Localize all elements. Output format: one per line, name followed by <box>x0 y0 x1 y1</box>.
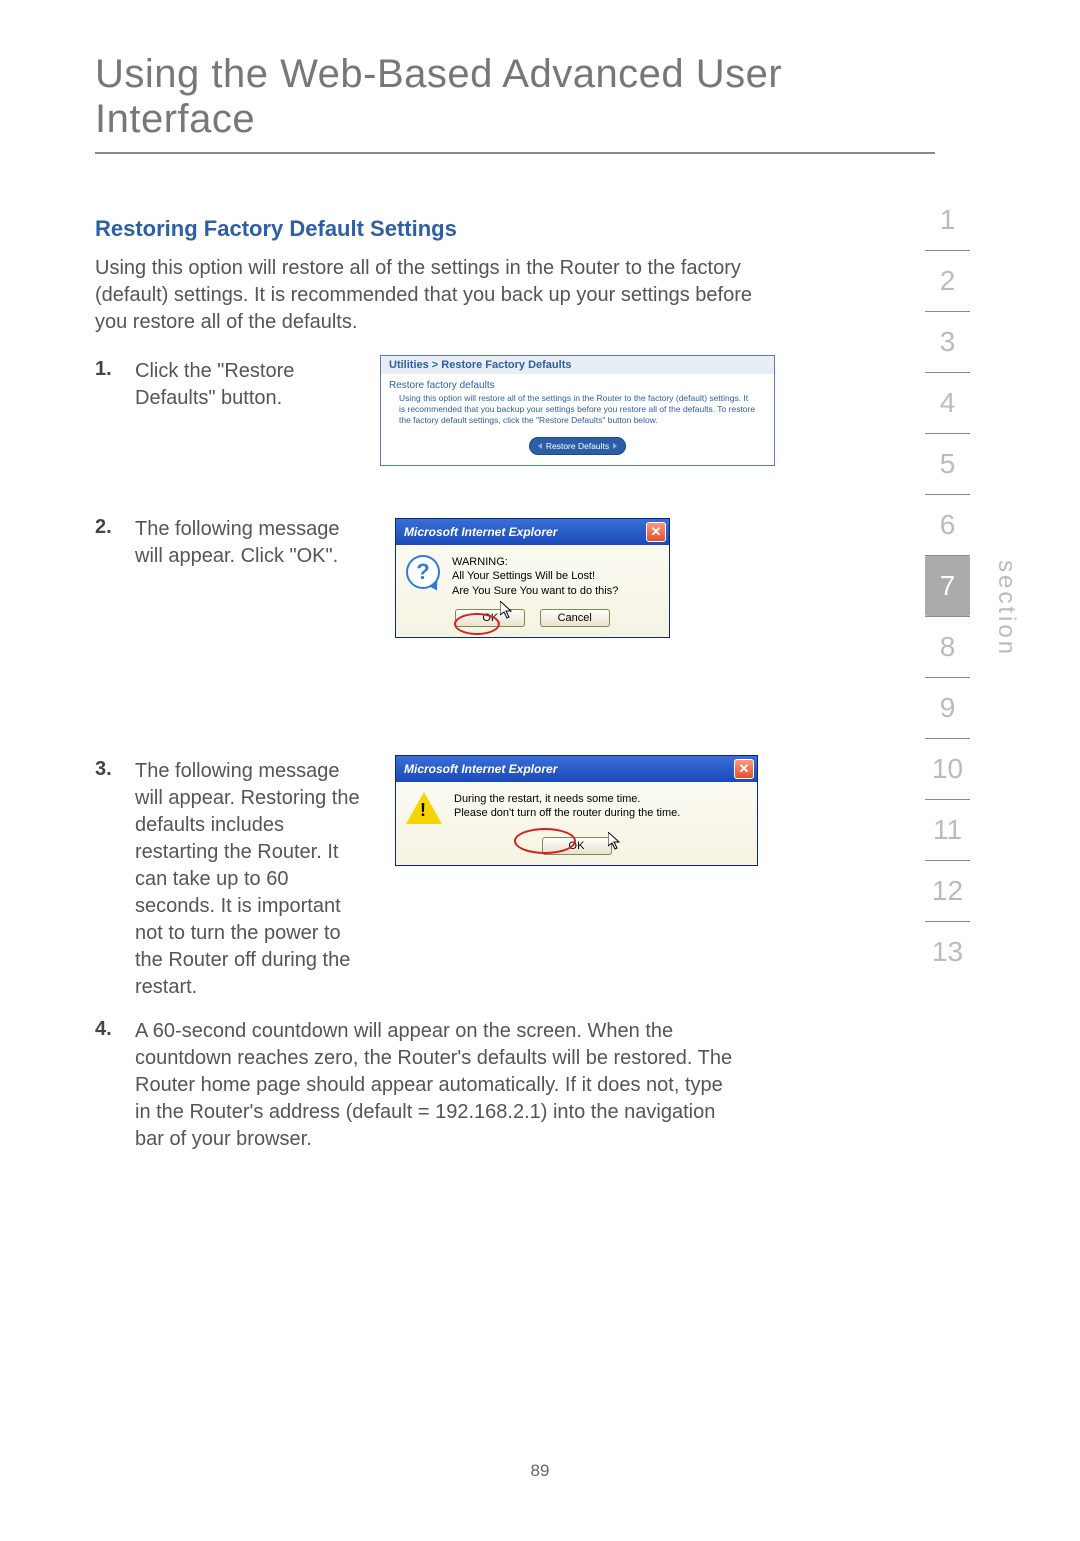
step-text: A 60-second countdown will appear on the… <box>135 1018 740 1153</box>
step-3: 3. The following message will appear. Re… <box>95 758 370 1001</box>
step-2: 2. The following message will appear. Cl… <box>95 516 370 570</box>
warning-icon <box>406 792 442 824</box>
ie-restart-dialog: Microsoft Internet Explorer ✕ During the… <box>395 755 758 866</box>
dialog-message: During the restart, it needs some time. … <box>454 792 680 826</box>
section-nav-1[interactable]: 1 <box>925 190 970 250</box>
step-text: The following message will appear. Click… <box>135 516 370 570</box>
dialog-titlebar: Microsoft Internet Explorer ✕ <box>396 756 757 782</box>
dialog-line: Please don't turn off the router during … <box>454 806 680 820</box>
section-nav-5[interactable]: 5 <box>925 434 970 494</box>
section-nav-6[interactable]: 6 <box>925 495 970 555</box>
restore-defaults-button-label: Restore Defaults <box>546 441 609 451</box>
cursor-icon <box>500 601 518 619</box>
section-nav: 1 2 3 4 5 6 7 8 9 10 11 12 13 <box>925 190 970 982</box>
step-number: 1. <box>95 358 113 381</box>
cursor-icon <box>608 832 626 850</box>
section-nav-7[interactable]: 7 <box>925 556 970 616</box>
dialog-message: WARNING: All Your Settings Will be Lost!… <box>452 555 618 598</box>
cancel-button[interactable]: Cancel <box>540 609 610 627</box>
section-nav-8[interactable]: 8 <box>925 617 970 677</box>
step-text: The following message will appear. Resto… <box>135 758 370 1001</box>
section-nav-11[interactable]: 11 <box>925 800 970 860</box>
restore-defaults-button[interactable]: Restore Defaults <box>529 437 626 455</box>
dialog-titlebar: Microsoft Internet Explorer ✕ <box>396 519 669 545</box>
close-icon[interactable]: ✕ <box>734 759 754 779</box>
section-nav-4[interactable]: 4 <box>925 373 970 433</box>
ok-button[interactable]: OK <box>542 837 612 855</box>
section-nav-13[interactable]: 13 <box>925 922 970 982</box>
dialog-title: Microsoft Internet Explorer <box>404 762 557 776</box>
page-number: 89 <box>0 1461 1080 1481</box>
section-nav-9[interactable]: 9 <box>925 678 970 738</box>
section-nav-3[interactable]: 3 <box>925 312 970 372</box>
dialog-line: Are You Sure You want to do this? <box>452 584 618 598</box>
triangle-left-icon <box>538 443 542 449</box>
step-number: 2. <box>95 516 113 539</box>
dialog-line: All Your Settings Will be Lost! <box>452 569 618 583</box>
intro-text: Using this option will restore all of th… <box>95 255 775 336</box>
step-number: 3. <box>95 758 113 781</box>
step-text: Click the "Restore Defaults" button. <box>135 358 370 412</box>
section-nav-2[interactable]: 2 <box>925 251 970 311</box>
panel-breadcrumb: Utilities > Restore Factory Defaults <box>381 356 774 374</box>
question-icon: ? <box>406 555 440 589</box>
panel-subheading: Restore factory defaults <box>381 374 774 393</box>
step-1: 1. Click the "Restore Defaults" button. <box>95 358 370 412</box>
section-nav-10[interactable]: 10 <box>925 739 970 799</box>
close-icon[interactable]: ✕ <box>646 522 666 542</box>
step-number: 4. <box>95 1018 113 1041</box>
dialog-title: Microsoft Internet Explorer <box>404 525 557 539</box>
subheading: Restoring Factory Default Settings <box>95 216 457 242</box>
triangle-right-icon <box>613 443 617 449</box>
section-label: section <box>992 560 1020 657</box>
panel-body-text: Using this option will restore all of th… <box>381 393 774 436</box>
ie-confirm-dialog: Microsoft Internet Explorer ✕ ? WARNING:… <box>395 518 670 638</box>
chapter-title: Using the Web-Based Advanced User Interf… <box>95 52 935 154</box>
section-nav-12[interactable]: 12 <box>925 861 970 921</box>
step-4: 4. A 60-second countdown will appear on … <box>95 1018 740 1153</box>
dialog-line: During the restart, it needs some time. <box>454 792 680 806</box>
dialog-line: WARNING: <box>452 555 618 569</box>
restore-defaults-panel: Utilities > Restore Factory Defaults Res… <box>380 355 775 466</box>
